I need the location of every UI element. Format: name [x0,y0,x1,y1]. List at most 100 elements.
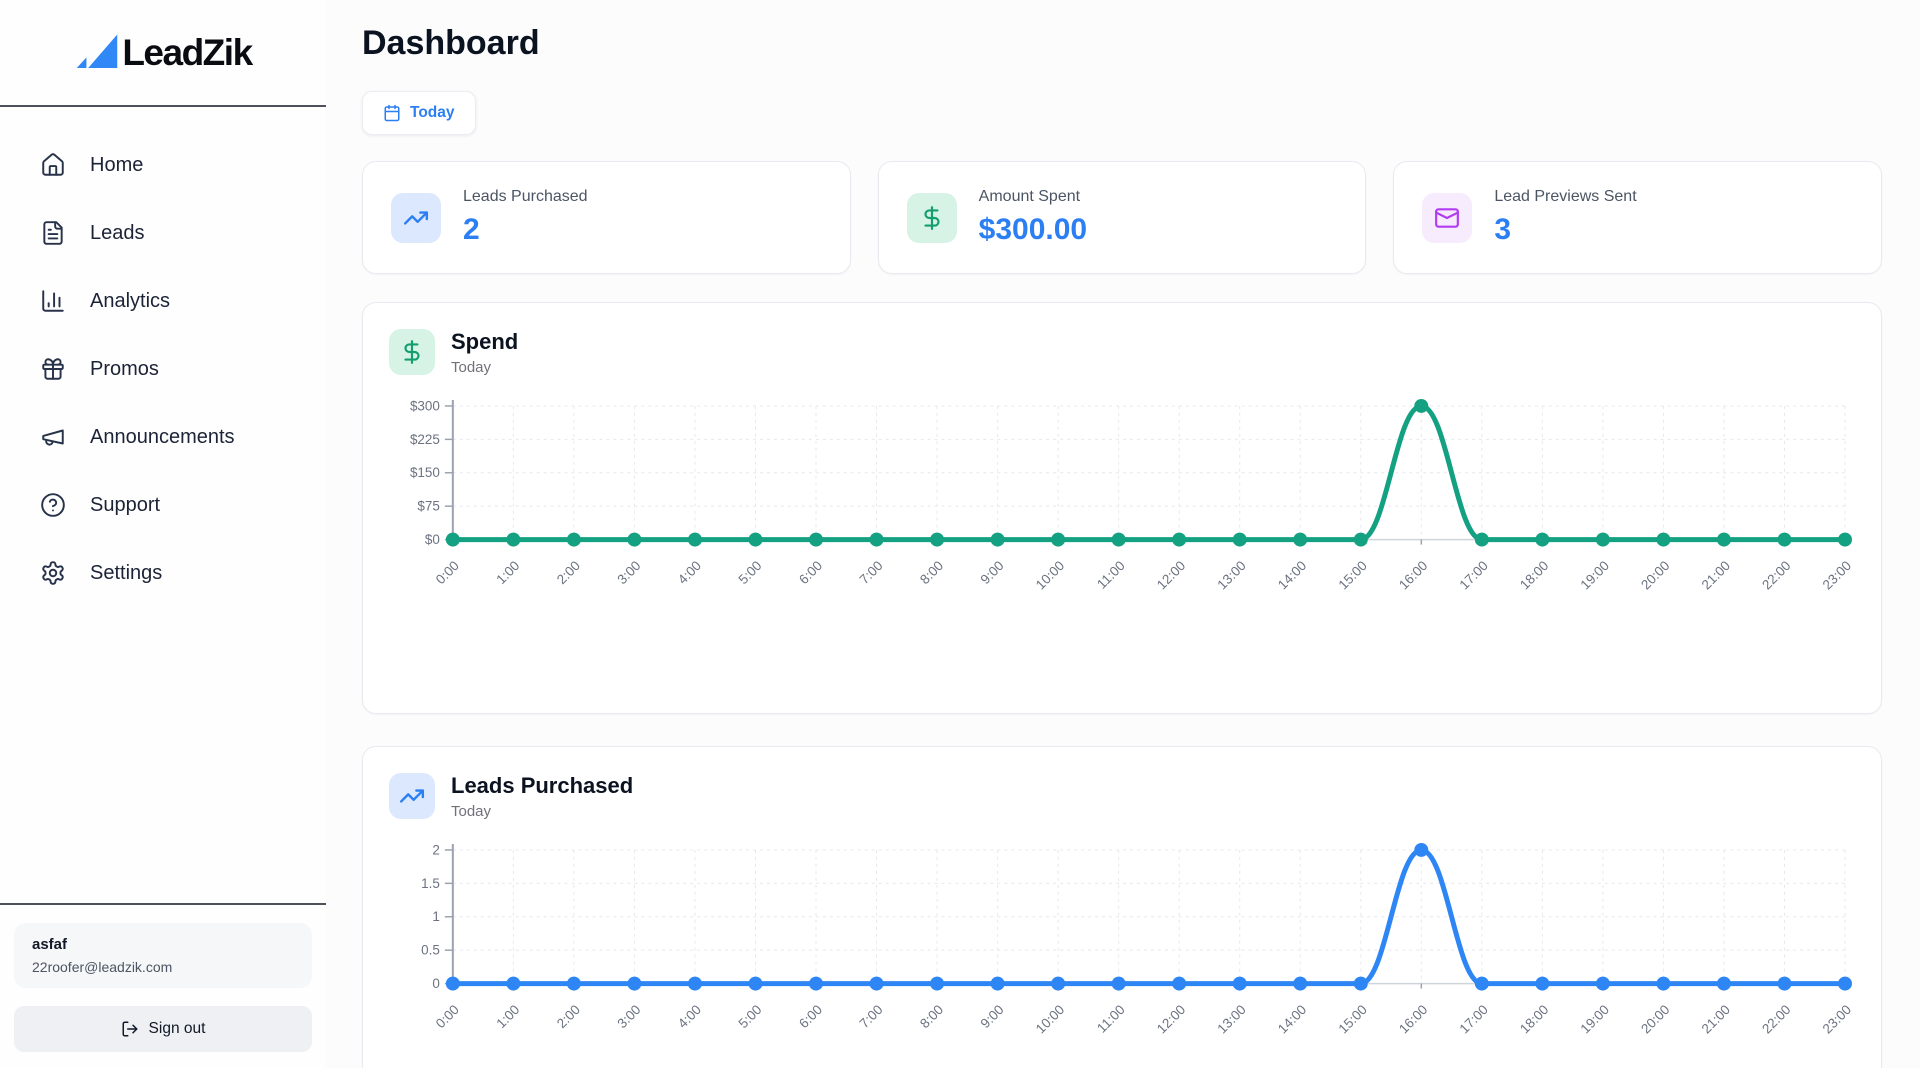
megaphone-icon [40,424,66,450]
chart-header: Leads Purchased Today [389,773,1857,820]
stat-icon-box [907,193,957,243]
sidebar-item-label: Announcements [90,426,235,449]
svg-text:8:00: 8:00 [917,1002,946,1031]
help-circle-icon [40,492,66,518]
home-icon [40,152,66,178]
logo[interactable]: LeadZik [74,31,251,75]
svg-text:19:00: 19:00 [1578,1002,1612,1036]
svg-text:$300: $300 [410,398,440,413]
trending-up-icon [403,205,429,231]
svg-text:0:00: 0:00 [433,558,462,587]
page-title: Dashboard [362,24,1882,63]
svg-text:6:00: 6:00 [796,558,825,587]
svg-text:21:00: 21:00 [1699,1002,1733,1036]
spend-line-chart: $0$75$150$225$3000:001:002:003:004:005:0… [389,388,1857,683]
svg-text:1.5: 1.5 [421,876,440,891]
stat-card-leads-purchased: Leads Purchased 2 [362,161,851,274]
svg-text:7:00: 7:00 [857,558,886,587]
chart-title: Leads Purchased [451,773,633,799]
svg-text:11:00: 11:00 [1094,558,1128,592]
logo-text: LeadZik [122,32,251,74]
stat-value: 2 [463,213,588,247]
logout-icon [121,1020,139,1038]
svg-text:16:00: 16:00 [1396,558,1430,592]
svg-text:20:00: 20:00 [1638,1002,1672,1036]
svg-text:13:00: 13:00 [1214,558,1248,592]
trending-up-icon [399,783,425,809]
svg-text:16:00: 16:00 [1396,1002,1430,1036]
chart-header: Spend Today [389,329,1857,376]
file-text-icon [40,220,66,246]
user-email: 22roofer@leadzik.com [32,959,294,975]
svg-text:15:00: 15:00 [1335,558,1369,592]
leads-purchased-chart-card: Leads Purchased Today 00.511.520:001:002… [362,746,1882,1068]
stat-value: 3 [1494,213,1636,247]
chart-subtitle: Today [451,803,633,820]
sidebar-item-label: Settings [90,562,162,585]
svg-text:1: 1 [432,909,439,924]
chart-subtitle: Today [451,359,518,376]
user-card: asfaf 22roofer@leadzik.com [14,923,312,988]
calendar-icon [383,104,401,122]
svg-text:15:00: 15:00 [1335,1002,1369,1036]
svg-text:0: 0 [432,976,439,991]
sidebar-item-label: Home [90,154,143,177]
sidebar-item-settings[interactable]: Settings [40,551,286,595]
stat-card-amount-spent: Amount Spent $300.00 [878,161,1367,274]
svg-text:11:00: 11:00 [1094,1002,1128,1036]
svg-text:5:00: 5:00 [735,558,764,587]
sign-out-button[interactable]: Sign out [14,1006,312,1052]
gift-icon [40,356,66,382]
user-name: asfaf [32,936,294,953]
sidebar-item-analytics[interactable]: Analytics [40,279,286,323]
svg-text:9:00: 9:00 [978,1002,1007,1031]
sidebar-item-label: Promos [90,358,159,381]
gear-icon [40,560,66,586]
svg-text:10:00: 10:00 [1033,1002,1067,1036]
stat-value: $300.00 [979,213,1087,247]
sidebar-item-support[interactable]: Support [40,483,286,527]
chart-title: Spend [451,329,518,355]
sidebar-item-label: Analytics [90,290,170,313]
stat-card-lead-previews-sent: Lead Previews Sent 3 [1393,161,1882,274]
svg-text:21:00: 21:00 [1699,558,1733,592]
svg-text:$75: $75 [417,499,439,514]
svg-text:9:00: 9:00 [978,558,1007,587]
svg-text:10:00: 10:00 [1033,558,1067,592]
sidebar-item-announcements[interactable]: Announcements [40,415,286,459]
svg-text:0.5: 0.5 [421,943,440,958]
svg-text:$150: $150 [410,465,440,480]
sidebar-item-label: Support [90,494,160,517]
bar-chart-icon [40,288,66,314]
dollar-icon [919,205,945,231]
svg-text:23:00: 23:00 [1820,1002,1854,1036]
svg-text:14:00: 14:00 [1275,558,1309,592]
sidebar-item-label: Leads [90,222,145,245]
sidebar-item-leads[interactable]: Leads [40,211,286,255]
sidebar-item-home[interactable]: Home [40,143,286,187]
stat-label: Amount Spent [979,188,1087,206]
date-filter-button[interactable]: Today [362,91,476,135]
svg-text:6:00: 6:00 [796,1002,825,1031]
sidebar-item-promos[interactable]: Promos [40,347,286,391]
svg-text:2:00: 2:00 [554,558,583,587]
svg-text:$225: $225 [410,432,440,447]
svg-text:2:00: 2:00 [554,1002,583,1031]
sidebar: LeadZik Home Leads Analytics Promos Anno… [0,0,326,1068]
svg-text:7:00: 7:00 [857,1002,886,1031]
stat-icon-box [391,193,441,243]
svg-text:3:00: 3:00 [614,1002,643,1031]
svg-text:3:00: 3:00 [614,558,643,587]
svg-text:17:00: 17:00 [1457,1002,1491,1036]
svg-text:18:00: 18:00 [1517,1002,1551,1036]
svg-text:18:00: 18:00 [1517,558,1551,592]
mail-icon [1434,205,1460,231]
svg-text:4:00: 4:00 [675,1002,704,1031]
svg-text:4:00: 4:00 [675,558,704,587]
stat-label: Leads Purchased [463,188,588,206]
leads-purchased-line-chart: 00.511.520:001:002:003:004:005:006:007:0… [389,832,1857,1068]
stat-label: Lead Previews Sent [1494,188,1636,206]
svg-text:2: 2 [432,843,439,858]
svg-text:22:00: 22:00 [1759,558,1793,592]
main-content: Dashboard Today Leads Purchased 2 Amount… [326,0,1920,1068]
